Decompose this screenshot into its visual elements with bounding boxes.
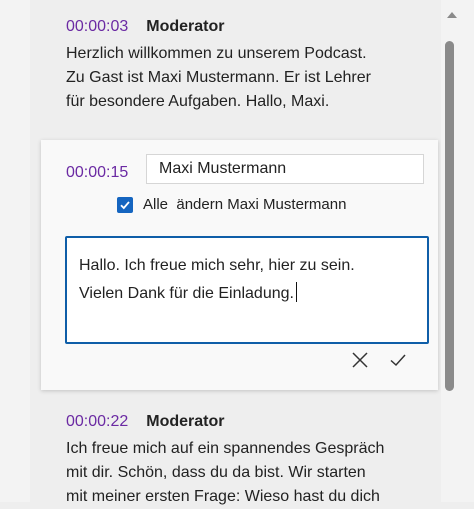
entry-text-line: Ich freue mich auf ein spannendes Gesprä… (66, 440, 385, 457)
speaker-name-input[interactable] (146, 154, 424, 184)
checkmark-icon (120, 200, 130, 209)
cancel-button[interactable] (348, 348, 372, 372)
transcript-entry[interactable]: 00:00:22 Moderator Ich freue mich auf ei… (36, 413, 474, 509)
edit-timestamp[interactable]: 00:00:15 (66, 164, 128, 182)
entry-speaker: Moderator (146, 413, 225, 430)
edit-entry-card: 00:00:15 Alle ändern Maxi Mustermann Hal… (41, 140, 438, 390)
text-field-line-content: Vielen Dank für die Einladung. (79, 285, 294, 302)
scrollbar-thumb[interactable] (445, 41, 454, 391)
entry-text-line: mit dir. Schön, dass du da bist. Wir sta… (66, 464, 366, 481)
entry-text-line: Herzlich willkommen zu unserem Podcast. (66, 45, 367, 62)
vertical-scrollbar[interactable] (441, 0, 474, 502)
left-gutter (0, 0, 30, 502)
change-all-option[interactable]: Alle ändern Maxi Mustermann (117, 196, 346, 213)
entry-text-line: Zu Gast ist Maxi Mustermann. Er ist Lehr… (66, 69, 371, 86)
utterance-text-field[interactable]: Hallo. Ich freue mich sehr, hier zu sein… (65, 236, 429, 344)
transcript-entry[interactable]: 00:00:03 Moderator Herzlich willkommen z… (36, 18, 474, 114)
entry-timestamp[interactable]: 00:00:03 (66, 18, 128, 36)
text-field-line: Vielen Dank für die Einladung. (79, 280, 427, 308)
confirm-button[interactable] (386, 348, 410, 372)
change-all-label: Alle ändern Maxi Mustermann (143, 196, 347, 213)
text-field-line: Hallo. Ich freue mich sehr, hier zu sein… (79, 257, 355, 274)
entry-text: Herzlich willkommen zu unserem Podcast. … (66, 42, 474, 114)
text-caret (295, 282, 297, 302)
entry-text: Ich freue mich auf ein spannendes Gesprä… (66, 437, 474, 509)
scroll-up-arrow-icon[interactable] (446, 10, 458, 20)
close-icon (352, 352, 368, 368)
entry-speaker: Moderator (146, 18, 225, 35)
entry-text-line: für besondere Aufgaben. Hallo, Maxi. (66, 93, 330, 110)
entry-timestamp[interactable]: 00:00:22 (66, 413, 128, 431)
entry-text-line: mit meiner ersten Frage: Wieso hast du d… (66, 488, 380, 505)
change-all-checkbox[interactable] (117, 196, 133, 213)
check-icon (390, 354, 406, 367)
